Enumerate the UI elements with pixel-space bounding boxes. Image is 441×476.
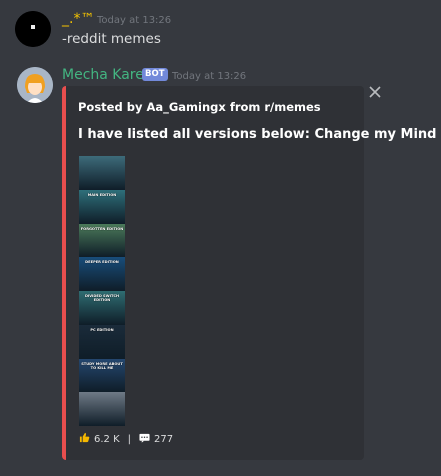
embed-image[interactable]: MAIN EDITION FORGOTTEN EDITION DEEPER EDIT… xyxy=(79,156,125,426)
reddit-embed: Posted by Aa_Gamingx from r/memes I have… xyxy=(62,86,437,460)
comment-icon xyxy=(139,433,150,446)
bot-username[interactable]: Mecha Karen xyxy=(62,67,153,83)
message-content: -reddit memes xyxy=(62,31,161,47)
bot-timestamp: Today at 13:26 xyxy=(172,71,247,82)
meme-panel-label: DEEPER EDITION xyxy=(85,260,119,265)
meme-panel: PC EDITION xyxy=(79,324,125,359)
embed-footer: 6.2 K | 277 xyxy=(79,432,173,446)
bot-badge: BOT xyxy=(142,68,168,81)
meme-panel-label: MAIN EDITION xyxy=(87,192,117,197)
meme-panel: DIVIDED SWITCH EDITION xyxy=(79,291,125,325)
meme-panel-label: DIVIDED SWITCH EDITION xyxy=(84,294,120,302)
close-icon[interactable] xyxy=(369,86,381,98)
meme-panel xyxy=(79,392,125,426)
message-username[interactable]: _.*™ xyxy=(62,11,94,27)
meme-panel xyxy=(79,156,125,190)
upvote-count: 6.2 K xyxy=(94,433,120,445)
bot-avatar[interactable] xyxy=(17,67,53,103)
meme-panel-label: FORGOTTEN EDITION xyxy=(80,226,124,231)
embed-author[interactable]: Posted by Aa_Gamingx from r/memes xyxy=(78,100,321,114)
meme-panel: FORGOTTEN EDITION xyxy=(79,223,125,258)
meme-panel: DEEPER EDITION xyxy=(79,257,125,291)
meme-panel: STUDY MORE ABOUT TO KILL ME xyxy=(79,358,125,393)
embed-title[interactable]: I have listed all versions below: Change… xyxy=(78,127,437,142)
comment-count: 277 xyxy=(154,433,174,445)
meme-panel-label: STUDY MORE ABOUT TO KILL ME xyxy=(81,361,123,370)
meme-panel-label: PC EDITION xyxy=(90,327,114,332)
message-timestamp: Today at 13:26 xyxy=(97,15,172,26)
meme-panel: MAIN EDITION xyxy=(79,189,125,224)
user-avatar[interactable] xyxy=(15,11,51,47)
footer-separator: | xyxy=(127,433,132,445)
thumbs-up-icon xyxy=(79,432,90,446)
